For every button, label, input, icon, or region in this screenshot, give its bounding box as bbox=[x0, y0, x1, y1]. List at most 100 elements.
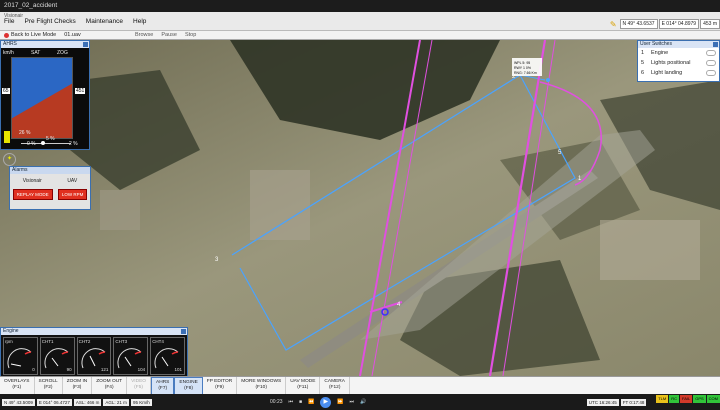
map-overlay: 1 2 3 4 5 WPL 5: 95 RWY 1 0% RNG: 7.66 K… bbox=[0, 40, 720, 376]
function-key-button[interactable]: MORE WINDOWS (F10) bbox=[237, 377, 287, 395]
back-to-live-button[interactable]: Back to Live Mode bbox=[4, 32, 56, 38]
ahrs-title: AHRS bbox=[3, 41, 17, 47]
close-icon[interactable] bbox=[181, 329, 186, 334]
function-key-button[interactable]: UAV MODE (F11) bbox=[286, 377, 321, 395]
function-key-button[interactable]: OVERLAYS (F1) bbox=[0, 377, 35, 395]
play-button[interactable]: ▶ bbox=[320, 396, 332, 408]
skip-back-icon[interactable]: ⏮ bbox=[289, 399, 294, 405]
skip-forward-icon[interactable]: ⏭ bbox=[350, 399, 355, 405]
gauge-value: 0 bbox=[32, 367, 35, 372]
compass-icon[interactable]: ✦ bbox=[3, 153, 16, 166]
rpm-gauge: rpm 0 bbox=[3, 337, 38, 375]
cht3-gauge: CHT3 104 bbox=[113, 337, 149, 375]
switch-row[interactable]: 5 Lights positional bbox=[638, 58, 719, 68]
trim-slider-handle[interactable] bbox=[41, 141, 45, 145]
function-key-button[interactable]: ZOOM OUT (F4) bbox=[92, 377, 128, 395]
function-key-shortcut: (F10) bbox=[255, 385, 267, 390]
status-lon: E 014° 06.4727 bbox=[36, 398, 72, 406]
status-indicator: COM bbox=[706, 395, 720, 403]
flaps-value: 5 % bbox=[46, 136, 55, 142]
status-asl: ASL: 466 m bbox=[73, 398, 102, 406]
engine-header: Engine bbox=[1, 328, 187, 335]
function-key-button[interactable]: ENGINE (F8) bbox=[174, 377, 203, 395]
link-indicators: TLM RC FAIL GPS COM bbox=[656, 395, 720, 403]
user-switches-panel[interactable]: User Switches 1 Engine 5 Lights positional… bbox=[637, 40, 720, 82]
status-lat: N 49° 43.5009 bbox=[2, 398, 35, 406]
map-info-line2: RWY 1 0% bbox=[514, 66, 531, 70]
map-info-line1: WPL 5: 95 bbox=[514, 61, 530, 65]
engine-panel[interactable]: Engine rpm 0 CHT1 90 CHT2 121 CHT3 104 CHT4 1… bbox=[0, 327, 188, 377]
menu-pre-flight-checks[interactable]: Pre Flight Checks bbox=[24, 18, 75, 25]
status-indicator: RC bbox=[669, 395, 679, 403]
function-key-shortcut: (F12) bbox=[328, 385, 341, 390]
volume-icon[interactable]: 🔊 bbox=[360, 399, 366, 405]
toggle-switch[interactable] bbox=[706, 70, 716, 76]
cht2-gauge: CHT2 121 bbox=[76, 337, 112, 375]
toggle-switch[interactable] bbox=[706, 60, 716, 66]
stop-button[interactable]: Stop bbox=[185, 32, 196, 38]
trim-left-value: 0 % bbox=[27, 141, 36, 147]
toggle-switch[interactable] bbox=[706, 50, 716, 56]
status-indicator: GPS bbox=[693, 395, 706, 403]
status-indicator: FAIL bbox=[679, 395, 693, 403]
ahrs-panel[interactable]: AHRS km/h SAT ZOG 65 451 26 % 5 % 0 % 2 … bbox=[0, 40, 90, 150]
switch-label: Light landing bbox=[651, 70, 683, 76]
latitude-field: N 49° 43.6537 bbox=[619, 19, 658, 29]
close-icon[interactable] bbox=[83, 42, 88, 47]
satellite-map[interactable]: 1 2 3 4 5 WPL 5: 95 RWY 1 0% RNG: 7.66 K… bbox=[0, 40, 720, 376]
status-agl: AGL: 21 m bbox=[103, 398, 129, 406]
function-key-button[interactable]: VIDEO (F5) bbox=[127, 377, 152, 395]
switch-number: 5 bbox=[641, 60, 645, 66]
status-speed: 95 Km/h bbox=[130, 398, 152, 406]
fast-forward-icon[interactable]: ⏩ bbox=[337, 399, 343, 405]
low-rpm-alarm[interactable]: LOW RPM bbox=[57, 189, 88, 200]
function-key-shortcut: (F3) bbox=[72, 385, 82, 390]
switch-row[interactable]: 1 Engine bbox=[638, 48, 719, 58]
function-key-button[interactable]: CAMERA (F12) bbox=[320, 377, 350, 395]
status-indicator: TLM bbox=[656, 395, 669, 403]
function-key-button[interactable]: SCROLL (F2) bbox=[35, 377, 63, 395]
switch-label: Engine bbox=[651, 50, 669, 56]
function-key-shortcut: (F4) bbox=[104, 385, 114, 390]
altitude-readout: 451 bbox=[75, 88, 86, 94]
function-key-shortcut: (F2) bbox=[43, 385, 53, 390]
video-player-controls: 00:23 ⏮ ■ ⏪ ▶ ⏩ ⏭ 🔊 bbox=[270, 396, 460, 408]
alarms-panel[interactable]: Alarms Visionair UAV REPLAY MODE LOW RPM bbox=[9, 166, 91, 210]
trim-right-value: 2 % bbox=[69, 141, 78, 147]
function-key-button[interactable]: FP EDITOR (F9) bbox=[203, 377, 238, 395]
switch-number: 1 bbox=[641, 50, 645, 56]
function-key-button[interactable]: ZOOM IN (F3) bbox=[63, 377, 93, 395]
switch-number: 6 bbox=[641, 70, 645, 76]
browse-button[interactable]: Browse bbox=[135, 32, 153, 38]
replay-mode-alarm[interactable]: REPLAY MODE bbox=[12, 189, 53, 200]
gauge-value: 121 bbox=[100, 367, 109, 372]
user-switches-header: User Switches bbox=[638, 41, 719, 48]
cht4-gauge: CHT4 101 bbox=[150, 337, 185, 375]
function-key-shortcut: (F9) bbox=[215, 385, 224, 390]
tab-visionair[interactable]: Visionair bbox=[23, 178, 42, 184]
switch-label: Lights positional bbox=[651, 60, 691, 66]
rewind-icon[interactable]: ⏪ bbox=[308, 399, 314, 405]
function-key-shortcut: (F7) bbox=[158, 386, 168, 391]
engine-title: Engine bbox=[3, 328, 19, 334]
function-key-shortcut: (F5) bbox=[134, 385, 143, 390]
pause-button[interactable]: Pause bbox=[161, 32, 177, 38]
toolbar: Back to Live Mode 01.uav Browse Pause St… bbox=[0, 31, 720, 40]
user-switches-title: User Switches bbox=[640, 41, 672, 47]
alarms-title: Alarms bbox=[12, 167, 28, 173]
stop-icon[interactable]: ■ bbox=[299, 399, 302, 405]
tab-uav[interactable]: UAV bbox=[67, 178, 77, 184]
airspeed-readout: 65 bbox=[2, 88, 10, 94]
function-key-button[interactable]: AHRS (F7) bbox=[151, 377, 175, 395]
speed-unit: km/h bbox=[3, 50, 14, 56]
throttle-bar bbox=[4, 131, 10, 143]
menu-maintenance[interactable]: Maintenance bbox=[86, 18, 123, 25]
gauge-value: 90 bbox=[66, 367, 72, 372]
switch-row[interactable]: 6 Light landing bbox=[638, 68, 719, 78]
sat-label: SAT bbox=[31, 50, 41, 56]
menu-help[interactable]: Help bbox=[133, 18, 146, 25]
close-icon[interactable] bbox=[713, 42, 718, 47]
status-flight-time: FT 0:17:48 bbox=[620, 398, 647, 406]
ahrs-header: AHRS bbox=[1, 41, 89, 48]
pencil-icon[interactable]: ✎ bbox=[610, 20, 617, 29]
